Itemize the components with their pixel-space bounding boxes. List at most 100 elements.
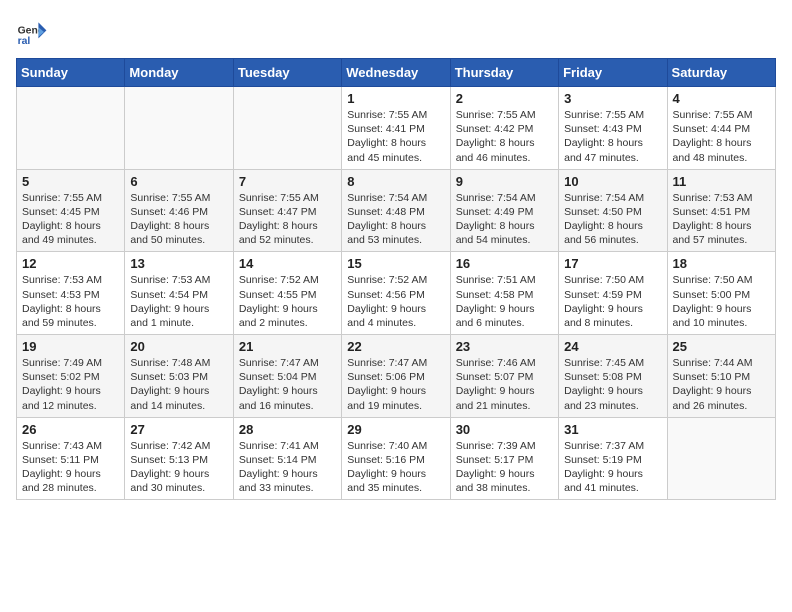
calendar-day-cell: 24 Sunrise: 7:45 AM Sunset: 5:08 PM Dayli… (559, 335, 667, 418)
day-number: 4 (673, 91, 770, 106)
day-info: Sunrise: 7:55 AM Sunset: 4:47 PM Dayligh… (239, 191, 336, 248)
calendar-day-cell: 8 Sunrise: 7:54 AM Sunset: 4:48 PM Daylig… (342, 169, 450, 252)
day-number: 11 (673, 174, 770, 189)
calendar-week-row: 19 Sunrise: 7:49 AM Sunset: 5:02 PM Dayli… (17, 335, 776, 418)
calendar-day-cell (17, 87, 125, 170)
day-info: Sunrise: 7:47 AM Sunset: 5:06 PM Dayligh… (347, 356, 444, 413)
day-number: 9 (456, 174, 553, 189)
calendar-day-cell: 17Sunrise: 7:50 AM Sunset: 4:59 PM Dayli… (559, 252, 667, 335)
day-number: 18 (673, 256, 770, 271)
day-info: Sunrise: 7:52 AM Sunset: 4:55 PM Dayligh… (239, 273, 336, 330)
day-info: Sunrise: 7:53 AM Sunset: 4:54 PM Dayligh… (130, 273, 227, 330)
day-info: Sunrise: 7:47 AM Sunset: 5:04 PM Dayligh… (239, 356, 336, 413)
day-info: Sunrise: 7:54 AM Sunset: 4:48 PM Dayligh… (347, 191, 444, 248)
calendar-day-cell: 2 Sunrise: 7:55 AM Sunset: 4:42 PM Daylig… (450, 87, 558, 170)
logo-icon: Gene ral (16, 16, 48, 48)
day-info: Sunrise: 7:50 AM Sunset: 5:00 PM Dayligh… (673, 273, 770, 330)
calendar-day-cell: 29Sunrise: 7:40 AM Sunset: 5:16 PM Dayli… (342, 417, 450, 500)
day-info: Sunrise: 7:46 AM Sunset: 5:07 PM Dayligh… (456, 356, 553, 413)
calendar-day-cell: 5Sunrise: 7:55 AM Sunset: 4:45 PM Daylig… (17, 169, 125, 252)
day-info: Sunrise: 7:51 AM Sunset: 4:58 PM Dayligh… (456, 273, 553, 330)
day-number: 6 (130, 174, 227, 189)
day-number: 3 (564, 91, 661, 106)
weekday-header: Wednesday (342, 59, 450, 87)
day-info: Sunrise: 7:43 AM Sunset: 5:11 PM Dayligh… (22, 439, 119, 496)
day-info: Sunrise: 7:55 AM Sunset: 4:43 PM Dayligh… (564, 108, 661, 165)
calendar-day-cell (233, 87, 341, 170)
calendar-table: SundayMondayTuesdayWednesdayThursdayFrid… (16, 58, 776, 500)
calendar-day-cell: 1 Sunrise: 7:55 AM Sunset: 4:41 PM Daylig… (342, 87, 450, 170)
logo: Gene ral (16, 16, 52, 48)
calendar-day-cell: 19 Sunrise: 7:49 AM Sunset: 5:02 PM Dayli… (17, 335, 125, 418)
day-info: Sunrise: 7:55 AM Sunset: 4:44 PM Dayligh… (673, 108, 770, 165)
day-info: Sunrise: 7:55 AM Sunset: 4:42 PM Dayligh… (456, 108, 553, 165)
day-info: Sunrise: 7:45 AM Sunset: 5:08 PM Dayligh… (564, 356, 661, 413)
day-info: Sunrise: 7:55 AM Sunset: 4:45 PM Dayligh… (22, 191, 119, 248)
day-number: 31 (564, 422, 661, 437)
day-number: 28 (239, 422, 336, 437)
calendar-day-cell: 20Sunrise: 7:48 AM Sunset: 5:03 PM Dayli… (125, 335, 233, 418)
day-number: 27 (130, 422, 227, 437)
calendar-day-cell: 13Sunrise: 7:53 AM Sunset: 4:54 PM Dayli… (125, 252, 233, 335)
calendar-day-cell: 11 Sunrise: 7:53 AM Sunset: 4:51 PM Dayli… (667, 169, 775, 252)
day-number: 10 (564, 174, 661, 189)
day-number: 12 (22, 256, 119, 271)
calendar-day-cell (125, 87, 233, 170)
weekday-header-row: SundayMondayTuesdayWednesdayThursdayFrid… (17, 59, 776, 87)
calendar-day-cell: 22Sunrise: 7:47 AM Sunset: 5:06 PM Dayli… (342, 335, 450, 418)
calendar-day-cell: 18 Sunrise: 7:50 AM Sunset: 5:00 PM Dayli… (667, 252, 775, 335)
day-info: Sunrise: 7:54 AM Sunset: 4:49 PM Dayligh… (456, 191, 553, 248)
day-info: Sunrise: 7:53 AM Sunset: 4:51 PM Dayligh… (673, 191, 770, 248)
calendar-day-cell: 16 Sunrise: 7:51 AM Sunset: 4:58 PM Dayli… (450, 252, 558, 335)
day-number: 8 (347, 174, 444, 189)
calendar-day-cell (667, 417, 775, 500)
day-info: Sunrise: 7:49 AM Sunset: 5:02 PM Dayligh… (22, 356, 119, 413)
day-info: Sunrise: 7:41 AM Sunset: 5:14 PM Dayligh… (239, 439, 336, 496)
day-info: Sunrise: 7:55 AM Sunset: 4:41 PM Dayligh… (347, 108, 444, 165)
day-info: Sunrise: 7:50 AM Sunset: 4:59 PM Dayligh… (564, 273, 661, 330)
calendar-day-cell: 15 Sunrise: 7:52 AM Sunset: 4:56 PM Dayli… (342, 252, 450, 335)
calendar-week-row: 26 Sunrise: 7:43 AM Sunset: 5:11 PM Dayli… (17, 417, 776, 500)
day-info: Sunrise: 7:37 AM Sunset: 5:19 PM Dayligh… (564, 439, 661, 496)
calendar-day-cell: 3 Sunrise: 7:55 AM Sunset: 4:43 PM Daylig… (559, 87, 667, 170)
calendar-day-cell: 23Sunrise: 7:46 AM Sunset: 5:07 PM Dayli… (450, 335, 558, 418)
calendar-week-row: 1 Sunrise: 7:55 AM Sunset: 4:41 PM Daylig… (17, 87, 776, 170)
day-info: Sunrise: 7:54 AM Sunset: 4:50 PM Dayligh… (564, 191, 661, 248)
day-number: 7 (239, 174, 336, 189)
day-info: Sunrise: 7:55 AM Sunset: 4:46 PM Dayligh… (130, 191, 227, 248)
day-number: 19 (22, 339, 119, 354)
calendar-week-row: 5Sunrise: 7:55 AM Sunset: 4:45 PM Daylig… (17, 169, 776, 252)
day-number: 26 (22, 422, 119, 437)
calendar-day-cell: 28 Sunrise: 7:41 AM Sunset: 5:14 PM Dayli… (233, 417, 341, 500)
weekday-header: Thursday (450, 59, 558, 87)
calendar-day-cell: 27 Sunrise: 7:42 AM Sunset: 5:13 PM Dayli… (125, 417, 233, 500)
weekday-header: Friday (559, 59, 667, 87)
calendar-week-row: 12 Sunrise: 7:53 AM Sunset: 4:53 PM Dayli… (17, 252, 776, 335)
calendar-day-cell: 12 Sunrise: 7:53 AM Sunset: 4:53 PM Dayli… (17, 252, 125, 335)
calendar-day-cell: 14Sunrise: 7:52 AM Sunset: 4:55 PM Dayli… (233, 252, 341, 335)
calendar-day-cell: 7 Sunrise: 7:55 AM Sunset: 4:47 PM Daylig… (233, 169, 341, 252)
day-info: Sunrise: 7:39 AM Sunset: 5:17 PM Dayligh… (456, 439, 553, 496)
day-info: Sunrise: 7:42 AM Sunset: 5:13 PM Dayligh… (130, 439, 227, 496)
calendar-day-cell: 21 Sunrise: 7:47 AM Sunset: 5:04 PM Dayli… (233, 335, 341, 418)
day-number: 21 (239, 339, 336, 354)
page-header: Gene ral (16, 16, 776, 48)
calendar-day-cell: 4 Sunrise: 7:55 AM Sunset: 4:44 PM Daylig… (667, 87, 775, 170)
weekday-header: Sunday (17, 59, 125, 87)
day-info: Sunrise: 7:53 AM Sunset: 4:53 PM Dayligh… (22, 273, 119, 330)
calendar-day-cell: 6 Sunrise: 7:55 AM Sunset: 4:46 PM Daylig… (125, 169, 233, 252)
svg-text:ral: ral (18, 36, 31, 47)
day-info: Sunrise: 7:52 AM Sunset: 4:56 PM Dayligh… (347, 273, 444, 330)
calendar-day-cell: 10 Sunrise: 7:54 AM Sunset: 4:50 PM Dayli… (559, 169, 667, 252)
day-number: 15 (347, 256, 444, 271)
day-number: 25 (673, 339, 770, 354)
calendar-day-cell: 9 Sunrise: 7:54 AM Sunset: 4:49 PM Daylig… (450, 169, 558, 252)
day-number: 24 (564, 339, 661, 354)
day-number: 2 (456, 91, 553, 106)
calendar-day-cell: 25Sunrise: 7:44 AM Sunset: 5:10 PM Dayli… (667, 335, 775, 418)
day-number: 30 (456, 422, 553, 437)
weekday-header: Monday (125, 59, 233, 87)
calendar-day-cell: 31 Sunrise: 7:37 AM Sunset: 5:19 PM Dayli… (559, 417, 667, 500)
day-number: 1 (347, 91, 444, 106)
day-number: 16 (456, 256, 553, 271)
